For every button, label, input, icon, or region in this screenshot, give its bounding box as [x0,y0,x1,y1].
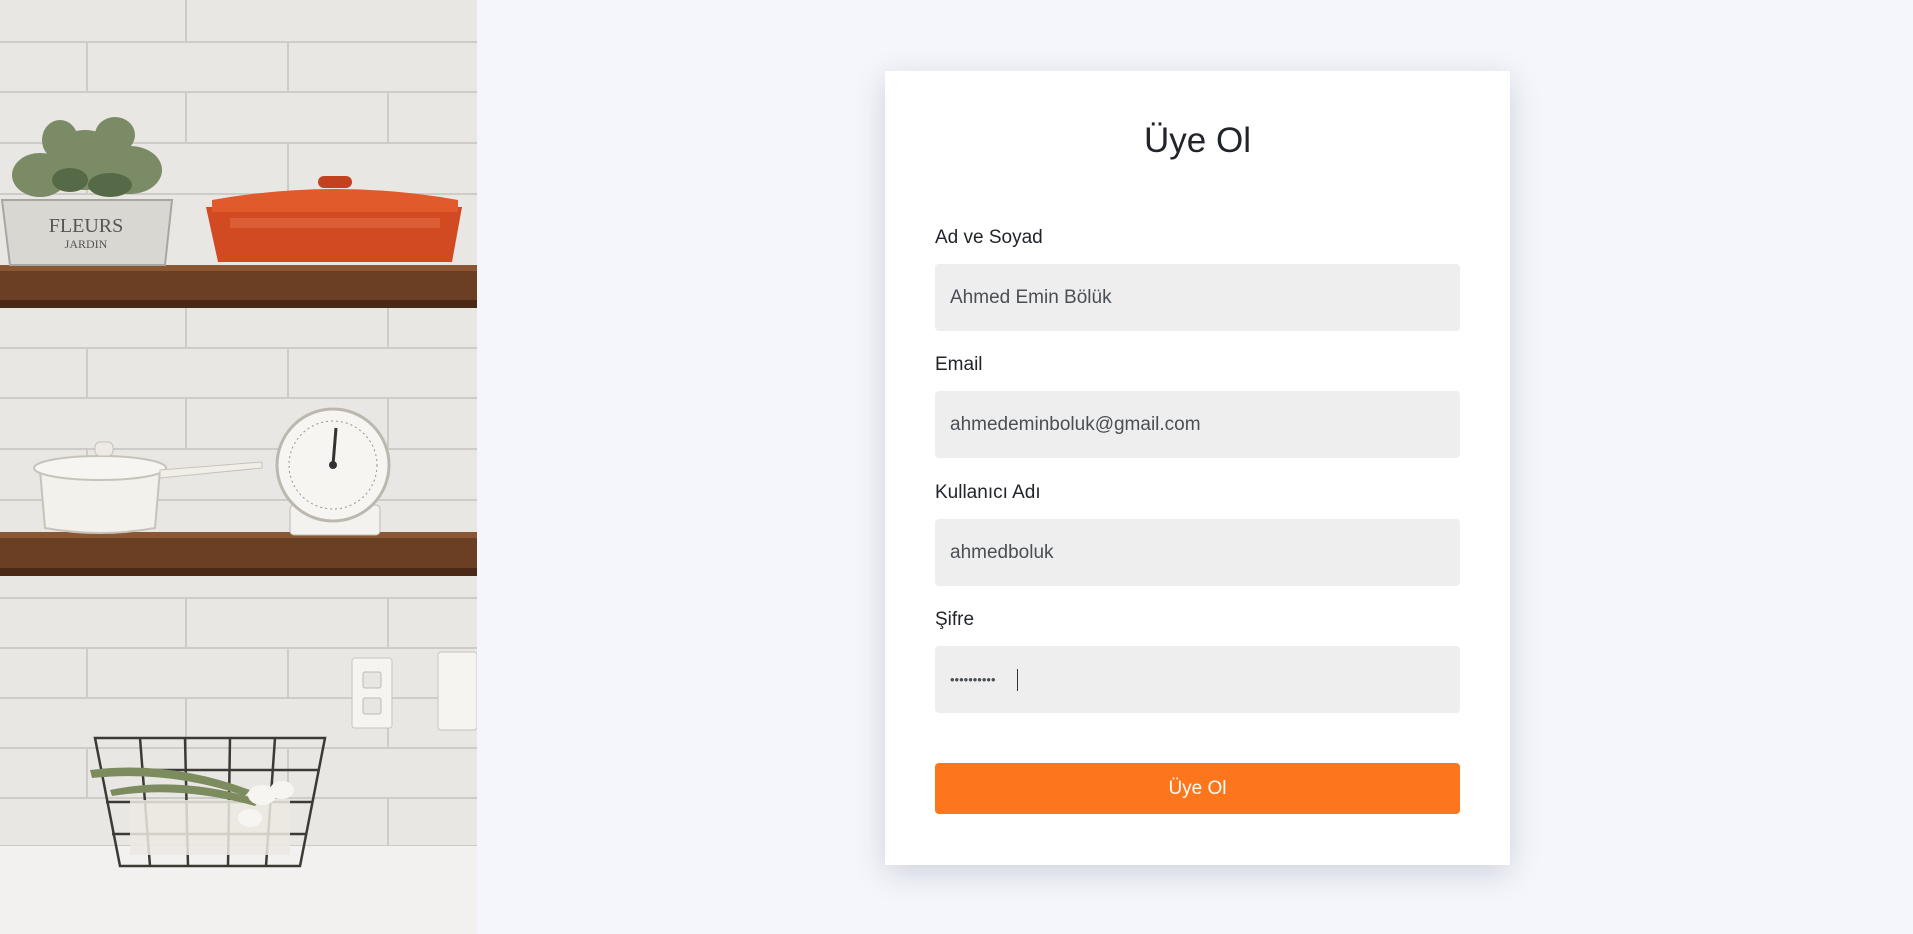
password-input[interactable] [935,646,1460,713]
full-name-field: Ad ve Soyad [935,226,1460,331]
email-label: Email [935,354,983,375]
username-input[interactable] [935,519,1460,586]
kitchen-shelves-photo: FLEURS JARDIN [0,0,477,934]
signup-button[interactable]: Üye Ol [935,763,1460,814]
svg-text:JARDIN: JARDIN [65,237,108,251]
svg-text:FLEURS: FLEURS [49,215,123,237]
signup-page: FLEURS JARDIN Üye Ol Ad ve Soyad Ahmed E… [0,0,1913,934]
email-input[interactable] [935,391,1460,458]
full-name-label: Ad ve Soyad [935,227,1043,248]
page-title: Üye Ol [1144,121,1251,160]
username-label: Kullanıcı Adı [935,482,1041,503]
email-field: Email [935,353,1460,458]
text-caret [1017,669,1018,691]
signup-card: Üye Ol Ad ve Soyad Email Kullanıcı Adı Ş… [885,71,1510,865]
password-label: Şifre [935,609,975,630]
full-name-input[interactable] [935,264,1460,331]
username-field: Kullanıcı Adı [935,481,1460,586]
password-field: Şifre [935,608,1460,713]
